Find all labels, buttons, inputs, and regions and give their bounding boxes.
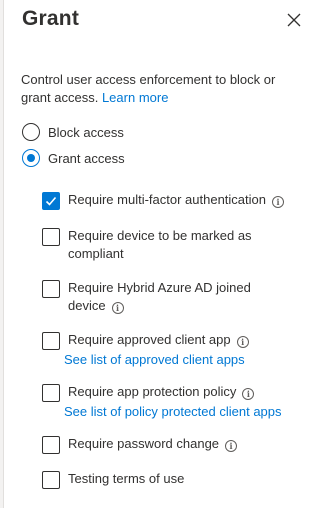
panel-description: Control user access enforcement to block… [21, 71, 306, 107]
checkbox-testing-terms-of-use[interactable]: Testing terms of use [42, 470, 312, 489]
panel-left-border [0, 0, 4, 508]
checkbox[interactable] [42, 436, 60, 454]
checkbox[interactable] [42, 471, 60, 489]
info-icon[interactable]: i [236, 336, 249, 348]
checkbox-require-password-change[interactable]: Require password change i [42, 435, 312, 454]
checkbox-label: Require device to be marked as compliant [68, 228, 252, 261]
info-icon[interactable]: i [111, 302, 124, 314]
checkbox-label: Testing terms of use [68, 471, 185, 486]
checkbox-require-hybrid-azure-ad[interactable]: Require Hybrid Azure AD joined device i [42, 279, 312, 315]
checkmark-icon [45, 196, 57, 206]
checkbox[interactable] [42, 280, 60, 298]
radio-label: Block access [48, 124, 124, 140]
policy-protected-client-apps-link[interactable]: See list of policy protected client apps [64, 404, 312, 420]
checkbox[interactable] [42, 192, 60, 210]
close-button[interactable] [284, 10, 304, 30]
checkbox[interactable] [42, 228, 60, 246]
info-icon[interactable]: i [242, 388, 255, 400]
checkbox-require-app-protection-policy[interactable]: Require app protection policy i See list … [42, 383, 312, 420]
checkbox-label: Require multi-factor authentication [68, 192, 266, 207]
checkbox-label: Require Hybrid Azure AD joined device [68, 280, 251, 313]
close-icon [287, 13, 301, 27]
checkbox-require-mfa[interactable]: Require multi-factor authentication i [42, 191, 312, 210]
checkbox-label: Require password change [68, 436, 220, 451]
radio-button[interactable] [22, 149, 40, 167]
radio-label: Grant access [48, 150, 125, 166]
checkbox-require-compliant-device[interactable]: Require device to be marked as compliant [42, 227, 312, 263]
checkbox-require-approved-client-app[interactable]: Require approved client app i See list of… [42, 331, 312, 368]
approved-client-apps-link[interactable]: See list of approved client apps [64, 352, 312, 368]
checkbox[interactable] [42, 384, 60, 402]
info-icon[interactable]: i [272, 196, 284, 208]
radio-button[interactable] [22, 123, 40, 141]
info-icon[interactable]: i [225, 440, 238, 452]
learn-more-link[interactable]: Learn more [102, 90, 168, 105]
panel-title: Grant [22, 7, 80, 30]
checkbox[interactable] [42, 332, 60, 350]
radio-block-access[interactable]: Block access [22, 122, 124, 142]
checkbox-label: Require app protection policy [68, 384, 237, 399]
radio-grant-access[interactable]: Grant access [22, 148, 125, 168]
checkbox-label: Require approved client app [68, 332, 231, 347]
